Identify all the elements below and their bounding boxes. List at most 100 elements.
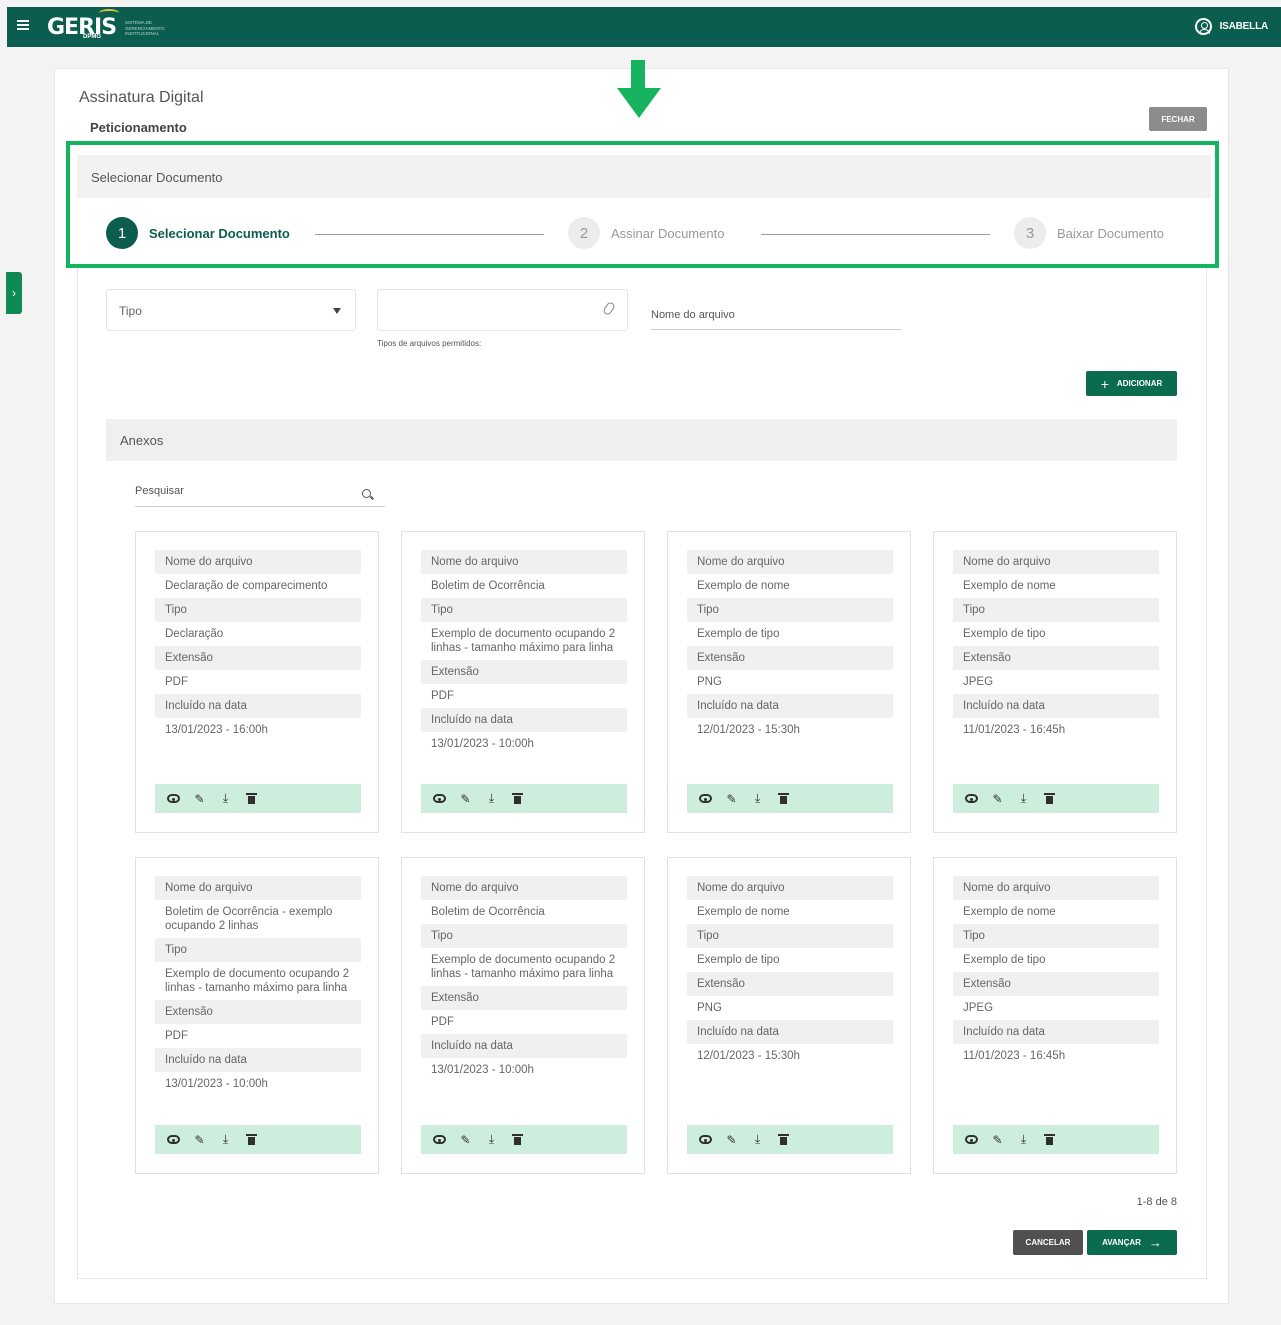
filename-input[interactable] <box>651 300 902 321</box>
stepper-highlight: Selecionar Documento 1 Selecionar Docume… <box>66 141 1219 268</box>
field-label-extension: Extensão <box>953 646 1159 670</box>
edit-icon[interactable]: ✎ <box>990 791 1005 806</box>
view-icon[interactable] <box>698 1132 713 1147</box>
sidebar-expand-button[interactable]: › <box>6 272 22 314</box>
type-select[interactable]: Tipo <box>106 289 356 331</box>
search-field <box>135 480 385 507</box>
field-value-extension: PDF <box>431 690 454 702</box>
delete-icon[interactable] <box>510 791 525 806</box>
attachment-card: Nome do arquivo Boletim de Ocorrência Tipo… <box>401 857 645 1174</box>
logo-caption: SISTEMA DE GERENCIAMENTO INSTITUCIONAL <box>125 20 165 36</box>
view-icon[interactable] <box>432 791 447 806</box>
download-icon[interactable]: ⤓ <box>1016 1132 1031 1147</box>
view-icon[interactable] <box>166 1132 181 1147</box>
field-value-extension: PDF <box>431 1016 454 1028</box>
delete-icon[interactable] <box>1042 791 1057 806</box>
delete-icon[interactable] <box>776 1132 791 1147</box>
user-icon <box>1194 18 1212 35</box>
paperclip-icon[interactable] <box>601 300 617 317</box>
edit-icon[interactable]: ✎ <box>192 791 207 806</box>
field-value-name: Boletim de Ocorrência - exemplo ocupando… <box>165 906 333 932</box>
field-label-extension: Extensão <box>155 1000 361 1024</box>
delete-icon[interactable] <box>776 791 791 806</box>
card-actions: ✎ ⤓ <box>421 1125 627 1154</box>
view-icon[interactable] <box>432 1132 447 1147</box>
top-navigation-bar: GERIS DPMG SISTEMA DE GERENCIAMENTO INST… <box>7 7 1281 47</box>
attachment-details: Nome do arquivo Boletim de Ocorrência Tipo… <box>421 550 627 756</box>
edit-icon[interactable]: ✎ <box>724 1132 739 1147</box>
download-icon[interactable]: ⤓ <box>218 791 233 806</box>
field-value-extension: PDF <box>165 1030 188 1042</box>
delete-icon[interactable] <box>244 1132 259 1147</box>
add-button[interactable]: + ADICIONAR <box>1086 371 1177 396</box>
field-value-type: Exemplo de documento ocupando 2 linhas -… <box>431 628 616 654</box>
field-value-name: Declaração de comparecimento <box>165 580 328 592</box>
field-label-type: Tipo <box>421 598 627 622</box>
next-button[interactable]: AVANÇAR → <box>1087 1230 1177 1255</box>
step-connector <box>761 234 990 235</box>
plus-icon: + <box>1100 375 1109 392</box>
download-icon[interactable]: ⤓ <box>484 791 499 806</box>
step-connector <box>315 234 544 235</box>
step-sign-document[interactable]: 2 Assinar Documento <box>568 217 724 249</box>
edit-icon[interactable]: ✎ <box>458 791 473 806</box>
search-icon[interactable] <box>362 489 371 498</box>
step-header-title: Selecionar Documento <box>91 170 223 185</box>
download-icon[interactable]: ⤓ <box>218 1132 233 1147</box>
edit-icon[interactable]: ✎ <box>458 1132 473 1147</box>
stepper: 1 Selecionar Documento 2 Assinar Documen… <box>70 217 1215 253</box>
cancel-button[interactable]: CANCELAR <box>1013 1230 1083 1255</box>
field-value-type: Exemplo de documento ocupando 2 linhas -… <box>431 954 616 980</box>
download-icon[interactable]: ⤓ <box>750 1132 765 1147</box>
user-menu[interactable]: ISABELLA <box>1194 18 1268 35</box>
delete-icon[interactable] <box>1042 1132 1057 1147</box>
field-value-name: Exemplo de nome <box>963 906 1056 918</box>
view-icon[interactable] <box>964 791 979 806</box>
delete-icon[interactable] <box>244 791 259 806</box>
field-value-date: 13/01/2023 - 10:00h <box>165 1078 268 1090</box>
view-icon[interactable] <box>166 791 181 806</box>
card-actions: ✎ ⤓ <box>155 784 361 813</box>
attachment-details: Nome do arquivo Exemplo de nome Tipo Exempl… <box>953 876 1159 1068</box>
edit-icon[interactable]: ✎ <box>192 1132 207 1147</box>
allowed-file-types-hint: Tipos de arquivos permitidos: <box>377 339 482 348</box>
field-value-type: Declaração <box>165 628 224 640</box>
field-label-name: Nome do arquivo <box>421 550 627 574</box>
step-select-document[interactable]: 1 Selecionar Documento <box>106 217 290 249</box>
card-actions: ✎ ⤓ <box>953 784 1159 813</box>
field-label-extension: Extensão <box>687 646 893 670</box>
file-upload-field[interactable] <box>377 289 628 331</box>
page-title: Assinatura Digital <box>79 89 204 106</box>
card-actions: ✎ ⤓ <box>155 1125 361 1154</box>
field-value-date: 13/01/2023 - 10:00h <box>431 1064 534 1076</box>
field-label-extension: Extensão <box>421 660 627 684</box>
field-value-extension: JPEG <box>963 1002 994 1014</box>
download-icon[interactable]: ⤓ <box>484 1132 499 1147</box>
field-value-date: 11/01/2023 - 16:45h <box>963 724 1066 736</box>
download-icon[interactable]: ⤓ <box>1016 791 1031 806</box>
edit-icon[interactable]: ✎ <box>724 791 739 806</box>
next-button-label: AVANÇAR <box>1102 1238 1141 1247</box>
field-value-type: Exemplo de tipo <box>963 628 1046 640</box>
add-button-label: ADICIONAR <box>1116 379 1163 388</box>
field-label-name: Nome do arquivo <box>421 876 627 900</box>
step-number: 3 <box>1014 217 1046 249</box>
hamburger-menu-icon[interactable] <box>17 18 29 32</box>
step-download-document[interactable]: 3 Baixar Documento <box>1014 217 1164 249</box>
download-icon[interactable]: ⤓ <box>750 791 765 806</box>
view-icon[interactable] <box>964 1132 979 1147</box>
field-label-type: Tipo <box>155 938 361 962</box>
step-header: Selecionar Documento <box>77 155 1211 198</box>
field-label-date: Incluído na data <box>421 708 627 732</box>
view-icon[interactable] <box>698 791 713 806</box>
edit-icon[interactable]: ✎ <box>990 1132 1005 1147</box>
attachment-card: Nome do arquivo Boletim de Ocorrência - e… <box>135 857 379 1174</box>
attachment-details: Nome do arquivo Boletim de Ocorrência Tipo… <box>421 876 627 1082</box>
field-value-extension: PDF <box>165 676 188 688</box>
field-label-date: Incluído na data <box>687 694 893 718</box>
caret-down-icon <box>333 308 341 314</box>
close-button[interactable]: FECHAR <box>1149 107 1207 131</box>
page-subtitle: Peticionamento <box>90 120 187 135</box>
delete-icon[interactable] <box>510 1132 525 1147</box>
search-input[interactable] <box>135 480 355 497</box>
